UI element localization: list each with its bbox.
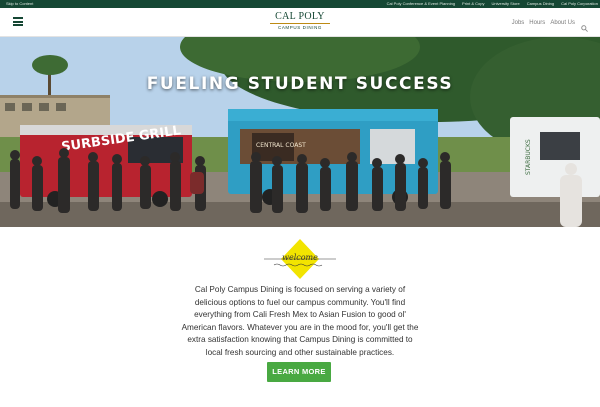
nav-about-us[interactable]: About Us [550, 20, 575, 26]
utility-link-print-copy[interactable]: Print & Copy [462, 0, 484, 8]
search-icon[interactable] [581, 19, 588, 32]
site-logo[interactable]: CAL POLY CAMPUS DINING [270, 12, 330, 31]
utility-links: Cal Poly Conference & Event Planning Pri… [380, 0, 598, 8]
nav-jobs[interactable]: Jobs [512, 20, 525, 26]
welcome-label: welcome [282, 253, 318, 262]
learn-more-button[interactable]: LEARN MORE [267, 362, 331, 382]
hero-title: Fueling Student Success [146, 74, 454, 94]
hero-banner: SURBSIDE GRILL CENTRAL COAST STARBUCKS F… [0, 37, 600, 227]
site-header: CAL POLY CAMPUS DINING Jobs Hours About … [0, 8, 600, 37]
utility-link-corporation[interactable]: Cal Poly Corporation [561, 0, 598, 8]
logo-brand: CAL POLY [275, 11, 325, 22]
utility-bar: Skip to Content Cal Poly Conference & Ev… [0, 0, 600, 8]
logo-subtitle: CAMPUS DINING [270, 23, 330, 31]
utility-link-university-store[interactable]: University Store [492, 0, 520, 8]
nav-hours[interactable]: Hours [529, 20, 545, 26]
utility-link-conference[interactable]: Cal Poly Conference & Event Planning [387, 0, 455, 8]
truck-right-sign: STARBUCKS [525, 139, 532, 175]
welcome-badge: welcome [262, 236, 338, 282]
welcome-paragraph: Cal Poly Campus Dining is focused on ser… [181, 285, 419, 357]
truck-center-sign: CENTRAL COAST [256, 142, 306, 149]
hamburger-menu-icon[interactable] [13, 17, 23, 26]
skip-to-content-link[interactable]: Skip to Content [6, 0, 33, 8]
main-nav: Jobs Hours About Us [507, 19, 588, 32]
utility-link-campus-dining[interactable]: Campus Dining [527, 0, 554, 8]
hero-photo: SURBSIDE GRILL CENTRAL COAST STARBUCKS [0, 37, 600, 227]
